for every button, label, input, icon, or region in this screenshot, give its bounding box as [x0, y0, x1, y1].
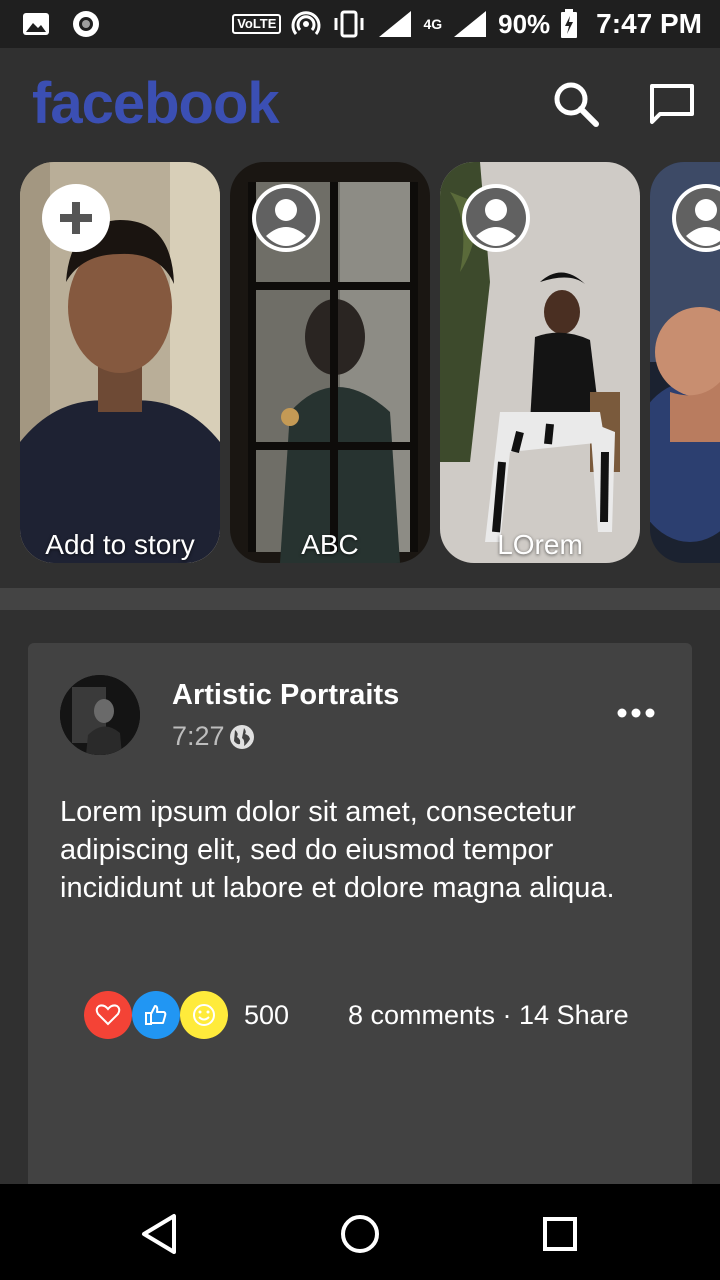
like-icon	[145, 1005, 167, 1025]
status-bar: VoLTE 4G 90% 7:47 PM	[0, 0, 720, 48]
story-card-partial[interactable]	[650, 162, 720, 563]
facebook-logo: facebook	[32, 71, 280, 136]
vibrate-icon	[334, 10, 364, 38]
like-reaction	[132, 991, 180, 1039]
love-reaction	[84, 991, 132, 1039]
signal-icon-2	[454, 11, 487, 37]
story-card-add[interactable]: Add to story	[20, 162, 220, 563]
person-icon	[466, 188, 526, 248]
add-story-button[interactable]	[42, 184, 110, 252]
gallery-notification-icon	[23, 13, 49, 35]
section-divider	[0, 588, 720, 610]
app-bar: facebook	[0, 48, 720, 158]
clock: 7:47 PM	[596, 8, 702, 39]
battery-percent: 90%	[498, 8, 551, 39]
story-card-lorem[interactable]: LOrem	[440, 162, 640, 563]
author-avatar[interactable]	[60, 675, 140, 755]
post-card: Artistic Portraits 7:27 Lorem ipsum dolo…	[28, 643, 692, 1203]
post-meta: 7:27	[172, 721, 255, 752]
story-avatar	[252, 184, 320, 252]
back-icon	[142, 1214, 176, 1254]
avatar-photo	[60, 675, 140, 755]
story-avatar	[462, 184, 530, 252]
hotspot-icon	[291, 11, 321, 35]
story-avatar	[672, 184, 720, 252]
story-label: ABC	[301, 529, 359, 560]
recents-icon	[543, 1217, 577, 1251]
more-horizontal-icon	[617, 708, 655, 718]
messages-button[interactable]	[646, 78, 698, 130]
reactions-summary[interactable]	[84, 991, 234, 1039]
add-icon	[60, 202, 92, 234]
story-card-abc[interactable]: ABC	[230, 162, 430, 563]
system-nav-bar	[0, 1184, 720, 1280]
post-time: 7:27	[172, 721, 225, 751]
search-icon	[554, 82, 599, 127]
person-icon	[676, 188, 720, 248]
comments-shares[interactable]: 8 comments · 14 Share	[348, 1000, 629, 1031]
home-icon	[341, 1215, 379, 1253]
home-button[interactable]	[336, 1210, 384, 1258]
love-icon	[95, 1004, 121, 1026]
globe-icon	[229, 724, 254, 749]
story-label: Add to story	[45, 529, 195, 560]
messenger-icon	[650, 84, 694, 124]
volte-indicator: VoLTE	[232, 14, 282, 34]
more-options-button[interactable]	[616, 701, 656, 725]
reaction-count[interactable]: 500	[244, 1000, 289, 1031]
story-label: LOrem	[497, 529, 583, 560]
post-author[interactable]: Artistic Portraits	[172, 679, 399, 712]
signal-icon	[379, 11, 412, 37]
battery-icon	[561, 9, 578, 38]
post-text: Lorem ipsum dolor sit amet, consectetur …	[60, 796, 615, 904]
back-button[interactable]	[136, 1210, 184, 1258]
haha-icon	[193, 1004, 215, 1026]
network-type: 4G	[423, 16, 443, 32]
person-icon	[256, 188, 316, 248]
recents-button[interactable]	[536, 1210, 584, 1258]
stories-carousel[interactable]: Add to story ABC LOrem	[0, 162, 720, 564]
haha-reaction	[180, 991, 228, 1039]
search-button[interactable]	[550, 78, 602, 130]
record-notification-icon	[73, 11, 99, 37]
